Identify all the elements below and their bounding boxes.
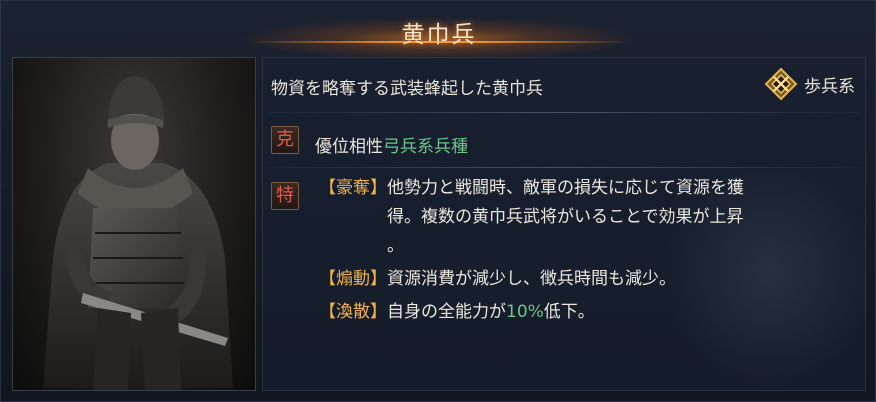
affinity-value: 弓兵系兵種 bbox=[383, 137, 468, 157]
trait-plunder: 【豪奪】 他勢力と戦闘時、敵軍の損失に応じて資源を獲 得。複数の黄巾兵武将がいる… bbox=[319, 174, 744, 261]
affinity-badge: 克 bbox=[271, 126, 299, 154]
affinity-label: 優位相性 bbox=[315, 137, 383, 157]
trait-tag: 【煽動】 bbox=[319, 269, 387, 289]
unit-description: 物資を略奪する武装蜂起した黄巾兵 bbox=[271, 79, 543, 99]
trait-disperse: 【渙散】 自身の全能力が10%低下。 bbox=[319, 298, 595, 327]
divider bbox=[269, 167, 859, 168]
unit-info-panel: 黄巾兵 物資を略奪する武装蜂起した黄巾兵 歩兵系 克 優位相性弓兵系兵種 特 【… bbox=[0, 0, 876, 402]
trait-agitate: 【煽動】 資源消費が減少し、徴兵時間も減少。 bbox=[319, 265, 676, 294]
special-badge: 特 bbox=[271, 182, 299, 210]
trait-tag: 【豪奪】 bbox=[319, 178, 387, 198]
trait-text-line: 。 bbox=[387, 236, 404, 256]
infantry-emblem-icon bbox=[764, 67, 798, 101]
trait-text-line: 他勢力と戦闘時、敵軍の損失に応じて資源を獲 bbox=[387, 178, 744, 198]
trait-text-line: 得。複数の黄巾兵武将がいることで効果が上昇 bbox=[387, 207, 744, 227]
trait-tag: 【渙散】 bbox=[319, 302, 387, 322]
trait-description: 他勢力と戦闘時、敵軍の損失に応じて資源を獲 得。複数の黄巾兵武将がいることで効果… bbox=[387, 174, 744, 261]
affinity-line: 優位相性弓兵系兵種 bbox=[315, 132, 468, 157]
trait-description: 資源消費が減少し、徴兵時間も減少。 bbox=[387, 265, 676, 294]
unit-portrait bbox=[12, 57, 256, 391]
unit-title: 黄巾兵 bbox=[401, 22, 477, 48]
trait-highlight-value: 10% bbox=[506, 302, 544, 322]
trait-text: 低下。 bbox=[543, 302, 595, 322]
trait-text-line: 資源消費が減少し、徴兵時間も減少。 bbox=[387, 269, 676, 289]
unit-type: 歩兵系 bbox=[764, 66, 855, 102]
trait-text: 自身の全能力が bbox=[387, 302, 506, 322]
divider bbox=[269, 112, 859, 113]
unit-details: 物資を略奪する武装蜂起した黄巾兵 歩兵系 克 優位相性弓兵系兵種 特 【豪奪】 … bbox=[262, 57, 866, 391]
trait-description: 自身の全能力が10%低下。 bbox=[387, 298, 595, 327]
unit-type-label: 歩兵系 bbox=[804, 76, 855, 97]
soldier-illustration bbox=[43, 76, 233, 390]
